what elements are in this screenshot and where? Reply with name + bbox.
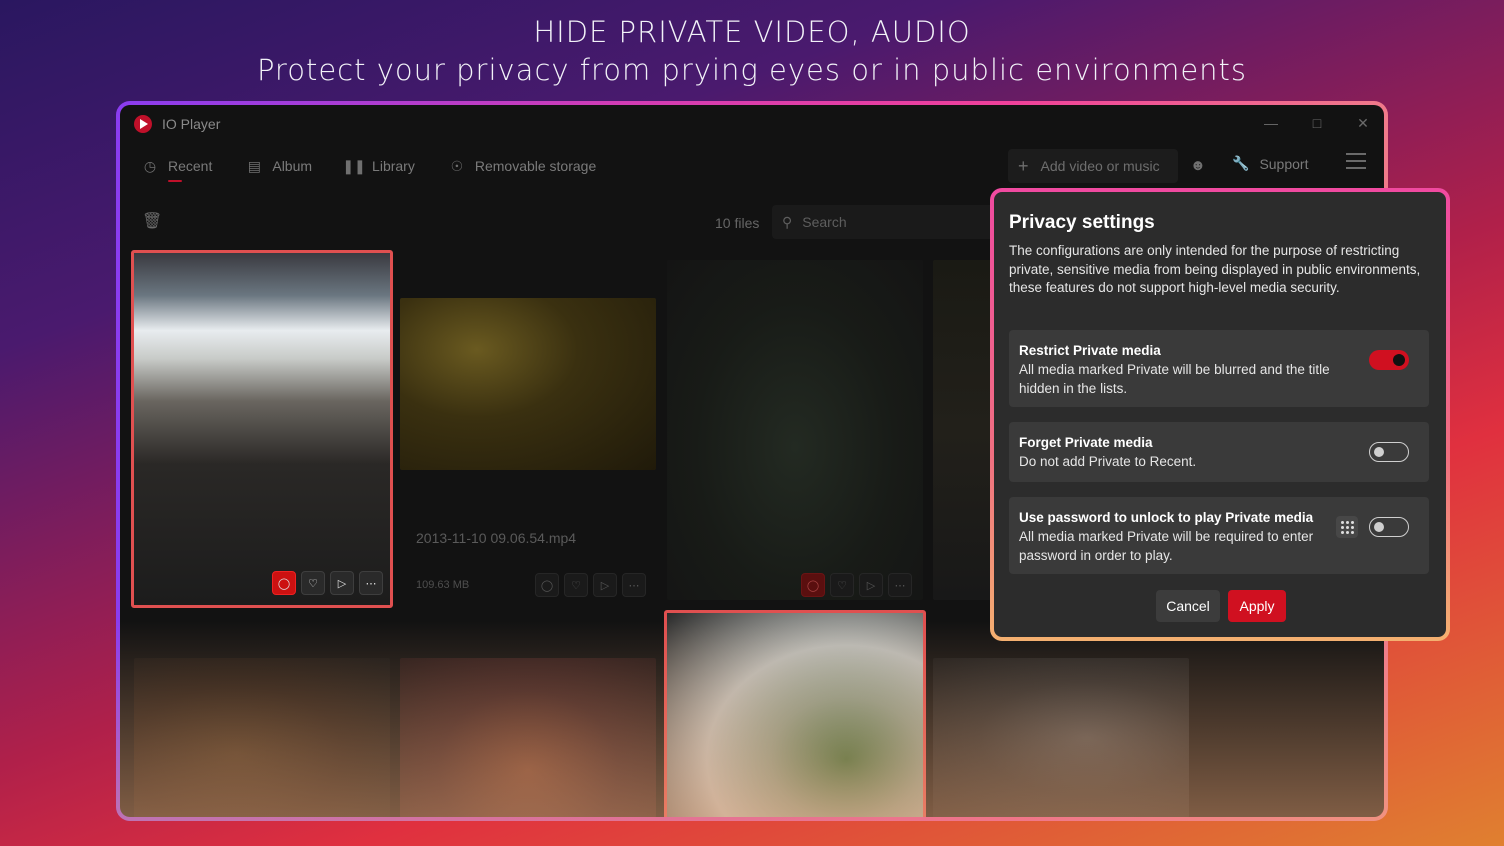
media-card[interactable]	[933, 658, 1189, 817]
add-media-label: Add video or music	[1040, 158, 1160, 174]
media-card[interactable]: ◯ ♡ ▷ ⋯	[131, 250, 393, 608]
option-restrict-private: Restrict Private media All media marked …	[1009, 330, 1429, 407]
media-thumbnail	[933, 260, 993, 600]
private-shield-button[interactable]: ◯	[801, 573, 825, 597]
media-thumbnail	[933, 658, 1189, 817]
support-label: Support	[1259, 155, 1309, 172]
media-size: 109.63 MB	[416, 579, 470, 591]
search-icon: ⚲	[782, 213, 793, 230]
favorite-heart-button[interactable]: ♡	[564, 573, 588, 597]
headline-title: HIDE PRIVATE VIDEO, AUDIO	[533, 15, 971, 49]
headline-subtitle: Protect your privacy from prying eyes or…	[256, 53, 1248, 87]
private-shield-button[interactable]: ◯	[535, 573, 559, 597]
media-thumbnail	[134, 253, 390, 605]
search-placeholder: Search	[802, 214, 847, 230]
privacy-title: Privacy settings	[1009, 212, 1155, 233]
privacy-description: The configurations are only intended for…	[1009, 243, 1421, 295]
disc-icon: ☉	[450, 157, 464, 174]
menu-icon[interactable]	[1346, 153, 1366, 174]
media-actions: ◯ ♡ ▷ ⋯	[530, 573, 646, 597]
nav-bar: ◷ Recent ▤ Album ❚❚ Library ☉ Removable …	[120, 143, 1384, 189]
nav-item-recent[interactable]: ◷ Recent	[138, 152, 216, 182]
apply-button[interactable]: Apply	[1228, 590, 1286, 622]
privacy-settings-frame: Privacy settings The configurations are …	[990, 188, 1450, 641]
wrench-icon: 🔧	[1232, 155, 1250, 171]
option-description: All media marked Private will be require…	[1019, 529, 1314, 563]
clock-icon: ◷	[143, 157, 157, 174]
library-icon: ❚❚	[342, 157, 366, 174]
option-description: Do not add Private to Recent.	[1019, 454, 1197, 469]
media-card[interactable]	[933, 260, 993, 600]
close-icon[interactable]: ✕	[1348, 111, 1378, 135]
favorite-heart-button[interactable]: ♡	[301, 571, 325, 595]
headline: HIDE PRIVATE VIDEO, AUDIO Protect your p…	[0, 14, 1504, 90]
private-shield-button[interactable]: ◯	[272, 571, 296, 595]
album-icon: ▤	[247, 157, 261, 174]
media-card[interactable]	[134, 658, 390, 817]
trash-icon[interactable]: 🗑	[142, 211, 162, 231]
media-card[interactable]	[400, 658, 656, 817]
media-actions: ◯ ♡ ▷ ⋯	[267, 571, 383, 595]
option-forget-private: Forget Private media Do not add Private …	[1009, 422, 1429, 482]
forget-private-toggle[interactable]	[1369, 442, 1409, 462]
nav-item-removable-storage[interactable]: ☉ Removable storage	[445, 152, 600, 180]
nav-label: Album	[272, 158, 313, 174]
more-options-button[interactable]: ⋯	[359, 571, 383, 595]
media-title: 2013-11-10 09.06.54.mp4	[416, 530, 577, 546]
app-logo-icon	[134, 115, 152, 133]
media-thumbnail	[134, 658, 390, 817]
password-unlock-toggle[interactable]	[1369, 517, 1409, 537]
privacy-settings-panel: Privacy settings The configurations are …	[994, 192, 1446, 637]
nav-label: Library	[372, 158, 415, 174]
option-title: Forget Private media	[1019, 435, 1153, 450]
media-actions: ◯ ♡ ▷ ⋯	[796, 573, 912, 597]
support-button[interactable]: 🔧 Support	[1232, 155, 1308, 172]
nav-label: Removable storage	[474, 158, 597, 174]
more-options-button[interactable]: ⋯	[622, 573, 646, 597]
media-card[interactable]	[664, 610, 926, 817]
media-card[interactable]	[400, 298, 656, 470]
restrict-private-toggle[interactable]	[1369, 350, 1409, 370]
option-description: All media marked Private will be blurred…	[1019, 362, 1330, 396]
files-count: 10 files	[715, 215, 760, 231]
favorite-heart-button[interactable]: ♡	[830, 573, 854, 597]
nav-item-album[interactable]: ▤ Album	[242, 152, 316, 180]
media-thumbnail	[400, 298, 656, 470]
media-thumbnail	[400, 658, 656, 817]
more-options-button[interactable]: ⋯	[888, 573, 912, 597]
user-settings-icon[interactable]: ☻	[1190, 157, 1206, 174]
nav-item-library[interactable]: ❚❚ Library	[342, 152, 419, 180]
play-button[interactable]: ▷	[330, 571, 354, 595]
media-thumbnail	[667, 260, 923, 600]
maximize-icon[interactable]: □	[1302, 111, 1332, 135]
media-thumbnail	[667, 613, 923, 817]
minimize-icon[interactable]: —	[1256, 111, 1286, 135]
cancel-button[interactable]: Cancel	[1156, 590, 1220, 622]
plus-icon: +	[1018, 155, 1029, 176]
option-title: Restrict Private media	[1019, 343, 1161, 358]
option-title: Use password to unlock to play Private m…	[1019, 510, 1314, 525]
app-title: IO Player	[162, 116, 221, 132]
option-password-unlock: Use password to unlock to play Private m…	[1009, 497, 1429, 574]
title-bar: IO Player — □ ✕	[120, 105, 1384, 143]
search-input[interactable]: ⚲ Search	[772, 205, 1012, 239]
play-button[interactable]: ▷	[859, 573, 883, 597]
keypad-icon[interactable]	[1336, 516, 1358, 538]
media-card[interactable]	[667, 260, 923, 600]
add-media-button[interactable]: + Add video or music	[1008, 149, 1178, 183]
nav-label: Recent	[168, 158, 213, 174]
play-button[interactable]: ▷	[593, 573, 617, 597]
